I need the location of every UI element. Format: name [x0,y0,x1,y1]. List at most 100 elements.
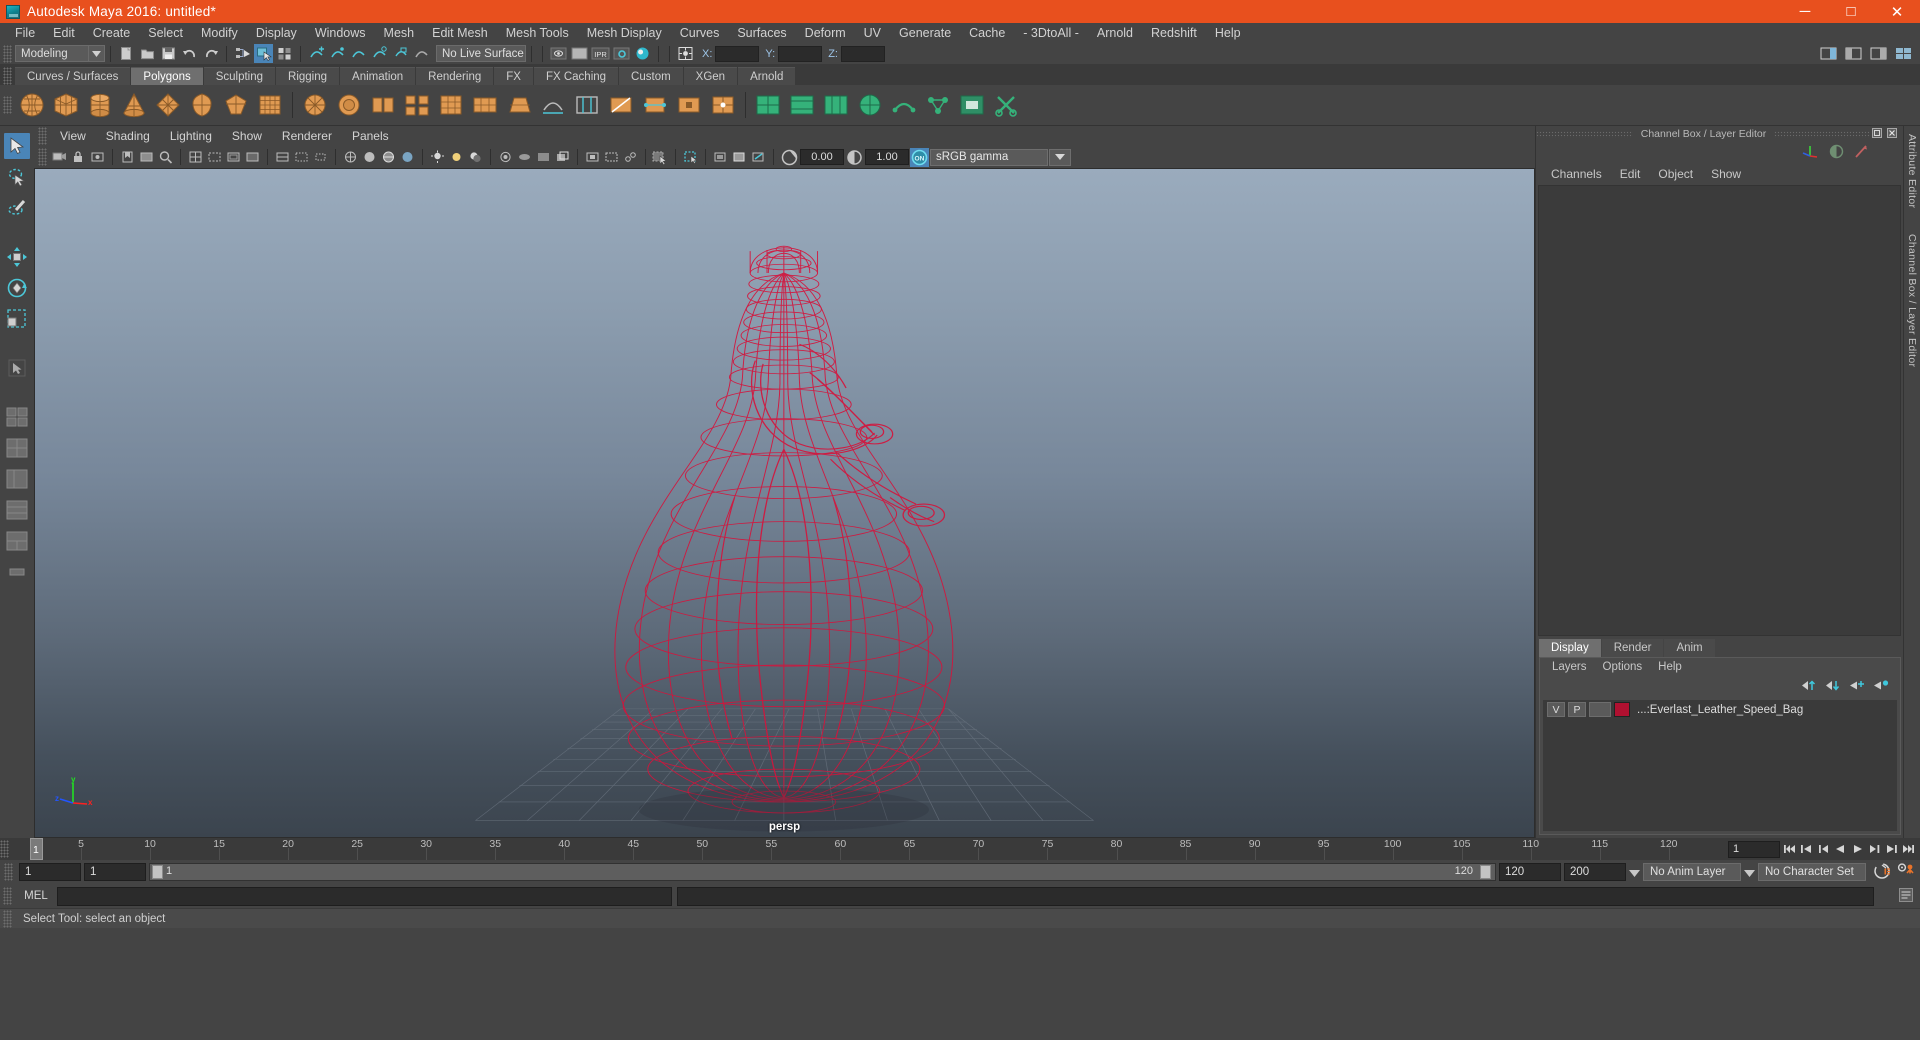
command-response-field[interactable] [677,886,1874,906]
shelf-tab-fx[interactable]: FX [494,67,533,85]
wireframe-icon[interactable] [342,149,359,166]
layer-playback-toggle[interactable]: P [1568,702,1586,717]
command-line-grip[interactable] [3,887,12,905]
poly-cylinder-icon[interactable] [85,90,115,120]
persp-graph-layout[interactable] [4,528,30,554]
poly-torus-icon[interactable] [153,90,183,120]
character-set-selector[interactable]: No Character Set [1758,863,1866,881]
four-view-layout[interactable] [4,435,30,461]
combine-icon[interactable] [402,90,432,120]
move-layer-up-icon[interactable] [1801,679,1818,695]
gate-mask-icon[interactable] [244,149,261,166]
time-cursor[interactable]: 1 [30,838,43,860]
select-by-object-icon[interactable] [254,44,273,63]
safe-title-icon[interactable] [312,149,329,166]
close-panel-icon[interactable] [1886,127,1898,142]
channelbox-menu-edit[interactable]: Edit [1611,164,1650,184]
viewport-menu-show[interactable]: Show [222,126,272,146]
snap-to-point-icon[interactable] [349,44,368,63]
statusline-grip[interactable] [3,44,12,63]
menu-create[interactable]: Create [84,23,140,43]
uv-editor-icon[interactable] [753,90,783,120]
attribute-editor-toggle-icon[interactable] [1854,144,1869,162]
image-plane-icon[interactable] [138,149,155,166]
x-coord-field[interactable] [715,45,760,62]
list-item[interactable]: V P ...:Everlast_Leather_Speed_Bag [1543,700,1897,719]
channelbox-menu-object[interactable]: Object [1649,164,1702,184]
current-frame-field[interactable]: 1 [1728,840,1780,858]
spherical-map-icon[interactable] [855,90,885,120]
menu-3dtoall[interactable]: - 3DtoAll - [1014,23,1088,43]
maximize-button[interactable]: □ [1828,0,1874,23]
offset-edge-loop-icon[interactable] [572,90,602,120]
grid-toggle-icon[interactable] [187,149,204,166]
layer-list[interactable]: V P ...:Everlast_Leather_Speed_Bag [1543,700,1897,831]
layer-menu-layers[interactable]: Layers [1544,658,1595,677]
menu-arnold[interactable]: Arnold [1088,23,1142,43]
range-slider-start-handle[interactable] [152,865,163,879]
panel-drag-dots-left[interactable] [1536,130,1633,138]
select-by-hierarchy-icon[interactable] [233,44,252,63]
bridge-icon[interactable] [470,90,500,120]
shadows-icon[interactable] [467,149,484,166]
input-output-icon[interactable] [676,44,695,63]
rangebar-grip[interactable] [4,863,13,881]
color-management-selector[interactable]: sRGB gamma [930,148,1048,166]
channel-box-toggle-icon[interactable] [1829,144,1844,162]
shelf-tab-arnold[interactable]: Arnold [738,67,796,85]
unfold-icon[interactable] [923,90,953,120]
layer-tab-display[interactable]: Display [1539,639,1601,657]
channelbox-menu-show[interactable]: Show [1702,164,1750,184]
menu-edit-mesh[interactable]: Edit Mesh [423,23,497,43]
move-layer-down-icon[interactable] [1825,679,1842,695]
poly-sphere-icon[interactable] [17,90,47,120]
use-all-lights-icon[interactable] [448,149,465,166]
step-forward-key-icon[interactable] [1884,841,1899,857]
exposure-field[interactable]: 1.00 [865,149,909,165]
select-camera-icon[interactable] [51,149,68,166]
layer-visibility-toggle[interactable]: V [1547,702,1565,717]
ipr-render-icon[interactable]: IPR [591,44,610,63]
insert-edge-loop-icon[interactable] [538,90,568,120]
lasso-select-tool[interactable] [4,164,30,190]
channelbox-menu-channels[interactable]: Channels [1542,164,1611,184]
connect-icon[interactable] [640,90,670,120]
menu-cache[interactable]: Cache [960,23,1014,43]
step-back-frame-icon[interactable] [1816,841,1831,857]
render-settings-icon[interactable] [612,44,631,63]
shelf-tab-polygons[interactable]: Polygons [131,67,203,85]
minimize-button[interactable]: ─ [1782,0,1828,23]
script-editor-icon[interactable] [1898,887,1914,906]
viewport-region-marquee-icon[interactable] [682,149,699,166]
command-language-label[interactable]: MEL [15,890,57,902]
hypershade-icon[interactable] [633,44,652,63]
xray-icon[interactable] [603,149,620,166]
shelf-tab-custom[interactable]: Custom [619,67,683,85]
isolate-select-icon[interactable] [584,149,601,166]
cut-uv-icon[interactable] [991,90,1021,120]
layer-color-swatch[interactable] [1614,702,1630,717]
timeline-grip[interactable] [0,840,9,858]
shelf-buttons-grip[interactable] [3,96,12,114]
screen-space-ao-icon[interactable] [497,149,514,166]
color-management-icon[interactable]: ON [910,147,929,167]
anim-layer-selector[interactable]: No Anim Layer [1643,863,1741,881]
film-gate-icon[interactable] [206,149,223,166]
xray-joints-icon[interactable] [622,149,639,166]
shelf-tab-sculpting[interactable]: Sculpting [203,67,276,85]
command-input[interactable] [57,886,672,906]
gamma-field[interactable]: 0.00 [800,149,844,165]
go-to-start-icon[interactable] [1782,841,1797,857]
menu-generate[interactable]: Generate [890,23,960,43]
layer-menu-help[interactable]: Help [1650,658,1690,677]
sidebar-toggle-channel-box-icon[interactable] [1869,44,1888,63]
uv-layout-icon[interactable] [889,90,919,120]
field-chart-icon[interactable] [274,149,291,166]
last-tool-used[interactable] [4,355,30,381]
poly-disc-icon[interactable] [221,90,251,120]
help-line-grip[interactable] [3,909,12,928]
y-coord-field[interactable] [778,45,823,62]
panel-drag-dots-right[interactable] [1774,130,1871,138]
exposure-icon[interactable] [845,148,864,167]
select-by-component-icon[interactable] [275,44,294,63]
